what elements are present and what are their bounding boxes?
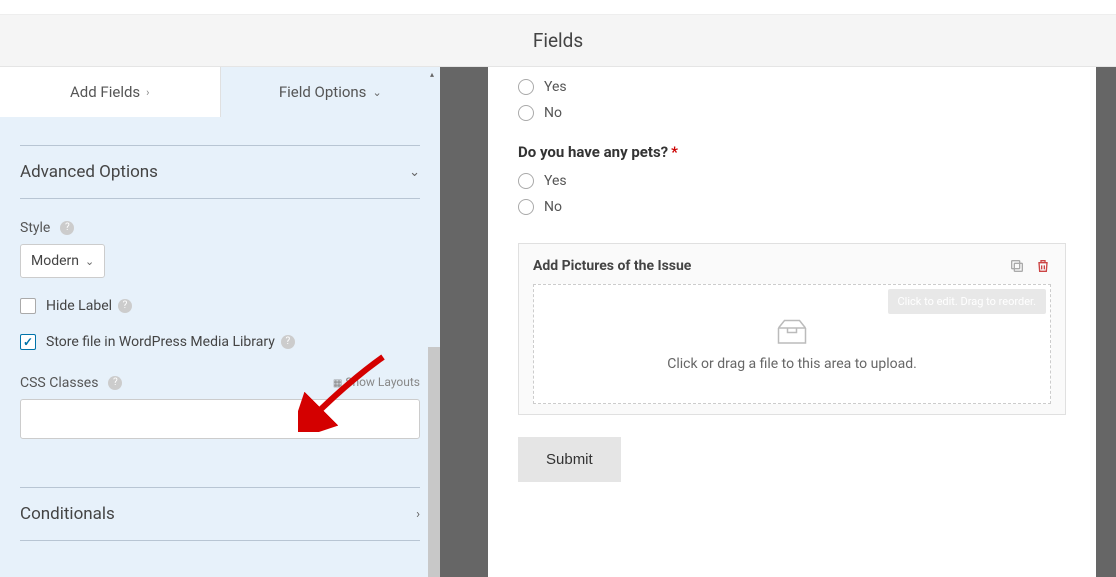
- radio-label: No: [544, 105, 562, 121]
- help-icon[interactable]: ?: [108, 376, 122, 390]
- store-file-text: Store file in WordPress Media Library: [46, 334, 275, 350]
- radio-icon: [518, 79, 534, 95]
- grid-icon: ▦: [333, 378, 342, 389]
- upload-box-icon: [773, 316, 811, 346]
- upload-field-title: Add Pictures of the Issue: [533, 258, 691, 274]
- section-title: Conditionals: [20, 504, 115, 524]
- form-preview-area: Yes No Do you have any pets?* Yes No Add…: [440, 67, 1116, 577]
- required-star-icon: *: [671, 143, 678, 161]
- upload-instruction: Click or drag a file to this area to upl…: [667, 356, 917, 372]
- store-file-checkbox[interactable]: ✓: [20, 334, 36, 350]
- radio-label: Yes: [544, 173, 567, 189]
- show-layouts-link[interactable]: ▦Show Layouts: [333, 375, 420, 389]
- style-label: Style: [20, 220, 50, 236]
- chevron-right-icon: ›: [146, 86, 149, 99]
- tab-add-fields[interactable]: Add Fields ›: [0, 67, 221, 117]
- css-classes-label: CSS Classes: [20, 375, 98, 391]
- style-value: Modern: [31, 253, 79, 269]
- edit-hint-tooltip: Click to edit. Drag to reorder.: [888, 289, 1046, 314]
- css-classes-input[interactable]: [20, 399, 420, 439]
- radio-option[interactable]: Yes: [518, 79, 1066, 95]
- conditionals-section[interactable]: Conditionals ›: [20, 487, 420, 541]
- tab-label: Add Fields: [70, 83, 140, 101]
- chevron-down-icon: ⌄: [85, 255, 94, 268]
- hide-label-text: Hide Label: [46, 298, 112, 314]
- radio-option[interactable]: Yes: [518, 173, 1066, 189]
- radio-label: Yes: [544, 79, 567, 95]
- radio-icon: [518, 173, 534, 189]
- sidebar-scrollbar[interactable]: [428, 347, 440, 577]
- radio-option[interactable]: No: [518, 105, 1066, 121]
- upload-field[interactable]: Add Pictures of the Issue Click to edit.…: [518, 243, 1066, 415]
- radio-label: No: [544, 199, 562, 215]
- page-header: Fields: [0, 15, 1116, 67]
- help-icon[interactable]: ?: [118, 299, 132, 313]
- help-icon[interactable]: ?: [60, 221, 74, 235]
- tab-field-options[interactable]: Field Options ⌄: [221, 67, 441, 117]
- duplicate-icon[interactable]: [1009, 258, 1025, 274]
- chevron-down-icon: ⌄: [372, 86, 381, 99]
- pets-question: Do you have any pets?*: [518, 143, 1066, 161]
- advanced-options-section[interactable]: Advanced Options ⌄: [20, 145, 420, 199]
- field-options-sidebar: Add Fields › Field Options ⌄ ▴ Advanced …: [0, 67, 440, 577]
- chevron-right-icon: ›: [416, 507, 420, 522]
- check-icon: ✓: [23, 335, 33, 349]
- help-icon[interactable]: ?: [281, 335, 295, 349]
- radio-icon: [518, 105, 534, 121]
- style-select[interactable]: Modern ⌄: [20, 244, 105, 278]
- scroll-up-icon[interactable]: ▴: [426, 69, 438, 81]
- radio-option[interactable]: No: [518, 199, 1066, 215]
- chevron-down-icon: ⌄: [409, 165, 420, 180]
- radio-icon: [518, 199, 534, 215]
- page-title: Fields: [533, 29, 583, 52]
- section-title: Advanced Options: [20, 162, 158, 182]
- upload-dropzone[interactable]: Click to edit. Drag to reorder. Click or…: [533, 284, 1051, 404]
- delete-icon[interactable]: [1035, 258, 1051, 274]
- hide-label-checkbox[interactable]: [20, 298, 36, 314]
- submit-button[interactable]: Submit: [518, 437, 621, 482]
- tab-label: Field Options: [279, 83, 367, 101]
